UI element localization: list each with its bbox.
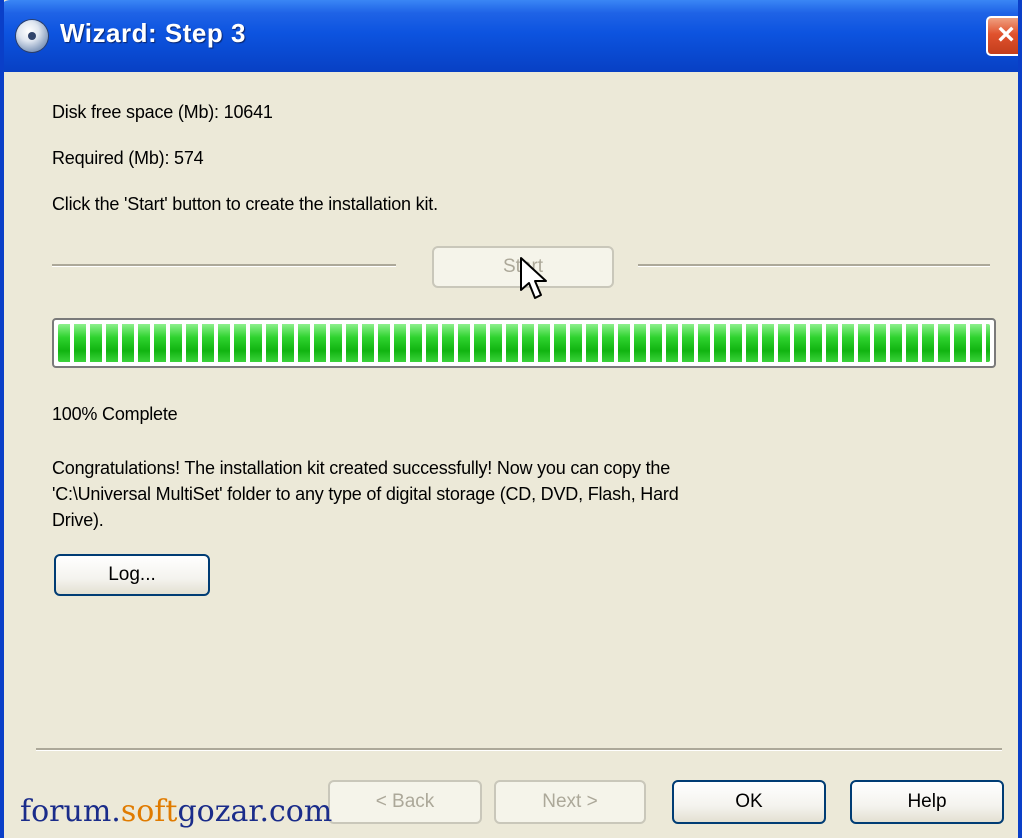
mouse-cursor-icon <box>520 257 547 299</box>
help-button[interactable]: Help <box>850 780 1004 824</box>
progress-bar <box>52 318 996 368</box>
instruction-text: Click the 'Start' button to create the i… <box>52 194 438 214</box>
result-line-3: Drive). <box>52 510 104 530</box>
next-button[interactable]: Next > <box>494 780 646 824</box>
watermark: forum.softgozar.com <box>20 794 332 829</box>
watermark-part-3: gozar.com <box>177 794 333 829</box>
back-button[interactable]: < Back <box>328 780 482 824</box>
watermark-part-1: forum. <box>20 794 121 829</box>
progress-fill <box>58 324 990 362</box>
footer-separator <box>36 748 1002 751</box>
watermark-part-2: soft <box>120 794 178 829</box>
disk-free-label: Disk free space (Mb): 10641 <box>52 102 273 122</box>
start-separator-left <box>52 264 396 267</box>
progress-status: 100% Complete <box>52 404 178 424</box>
required-label: Required (Mb): 574 <box>52 148 204 168</box>
result-line-1: Congratulations! The installation kit cr… <box>52 458 670 478</box>
window-title: Wizard: Step 3 <box>60 18 246 48</box>
title-bar[interactable]: Wizard: Step 3 × <box>4 0 1018 72</box>
start-separator-right <box>638 264 990 267</box>
log-button[interactable]: Log... <box>54 554 210 596</box>
wizard-window: Wizard: Step 3 × Disk free space (Mb): 1… <box>0 0 1022 838</box>
disc-icon <box>16 20 48 52</box>
ok-button[interactable]: OK <box>672 780 826 824</box>
result-line-2: 'C:\Universal MultiSet' folder to any ty… <box>52 484 679 504</box>
close-button[interactable]: × <box>986 16 1018 56</box>
